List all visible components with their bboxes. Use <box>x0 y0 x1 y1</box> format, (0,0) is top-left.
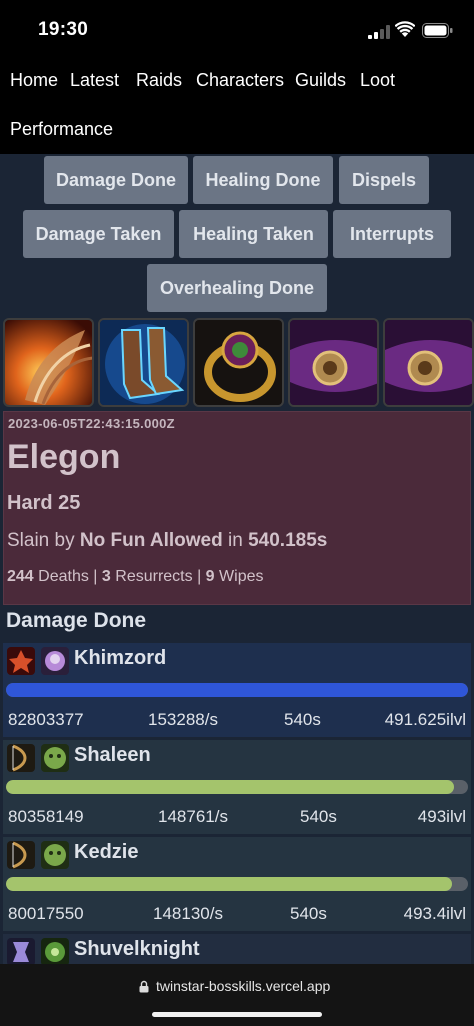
damage-per-second: 148130/s <box>153 904 223 923</box>
total-damage: 80017550 <box>8 904 84 923</box>
resurrects-label: Resurrects | <box>115 568 202 585</box>
nav-home[interactable]: Home <box>10 70 58 91</box>
wipes-label: Wipes <box>219 568 264 585</box>
battery-icon <box>422 23 453 38</box>
damage-per-second: 153288/s <box>148 710 218 729</box>
purple-belt-item-icon[interactable] <box>288 318 379 407</box>
warlock-class-icon <box>7 647 35 675</box>
player-row[interactable]: Khimzord 82803377 153288/s 540s 491.625i… <box>3 643 471 737</box>
nav-guilds[interactable]: Guilds <box>295 70 346 91</box>
player-name[interactable]: Kedzie <box>74 841 138 864</box>
fight-time: 540s <box>284 710 321 729</box>
death-knight-class-icon <box>7 938 35 964</box>
cellular-signal-icon <box>368 25 390 39</box>
beast-spec-icon <box>41 744 69 772</box>
resurrects-count: 3 <box>101 568 111 585</box>
beast-spec-icon <box>41 841 69 869</box>
purple-belt-item-icon[interactable] <box>383 318 474 407</box>
player-name[interactable]: Khimzord <box>74 647 166 670</box>
kill-duration: 540.185s <box>248 530 328 551</box>
total-damage: 82803377 <box>8 710 84 729</box>
difficulty: Hard 25 <box>7 492 81 514</box>
status-bar: 19:30 <box>0 0 474 56</box>
player-row[interactable]: Shaleen 80358149 148761/s 540s 493ilvl <box>3 740 471 834</box>
player-row[interactable]: Kedzie 80017550 148130/s 540s 493.4ilvl <box>3 837 471 931</box>
slain-prefix: Slain by <box>7 530 75 551</box>
deaths-label: Deaths | <box>38 568 98 585</box>
feathered-wing-item-icon[interactable] <box>3 318 94 407</box>
hunter-class-icon <box>7 841 35 869</box>
nav-characters[interactable]: Characters <box>196 70 284 91</box>
deaths-count: 244 <box>7 568 34 585</box>
encounter-card: 2023-06-05T22:43:15.000Z Elegon Hard 25 … <box>3 411 471 605</box>
url-text[interactable]: twinstar-bosskills.vercel.app <box>156 978 330 994</box>
tab-healing-taken[interactable]: Healing Taken <box>179 210 328 258</box>
jeweled-ring-item-icon[interactable] <box>193 318 284 407</box>
damage-bar <box>6 780 468 794</box>
player-name[interactable]: Shuvelknight <box>74 938 200 961</box>
tab-damage-taken[interactable]: Damage Taken <box>23 210 174 258</box>
nav-loot[interactable]: Loot <box>360 70 395 91</box>
fight-time: 540s <box>300 807 337 826</box>
lock-icon <box>139 980 149 993</box>
damage-bar <box>6 877 468 891</box>
tab-interrupts[interactable]: Interrupts <box>333 210 451 258</box>
top-navigation: Home Latest Raids Characters Guilds Loot… <box>0 56 474 154</box>
item-level: 491.625ilvl <box>384 710 466 729</box>
affliction-spec-icon <box>41 647 69 675</box>
player-name[interactable]: Shaleen <box>74 744 151 767</box>
wifi-icon <box>395 21 415 37</box>
glowing-boots-item-icon[interactable] <box>98 318 189 407</box>
loot-items-row <box>0 315 474 409</box>
boss-name[interactable]: Elegon <box>7 438 120 477</box>
nav-raids[interactable]: Raids <box>136 70 182 91</box>
unholy-spec-icon <box>41 938 69 964</box>
total-damage: 80358149 <box>8 807 84 826</box>
tab-dispels[interactable]: Dispels <box>339 156 429 204</box>
browser-url-bar[interactable]: twinstar-bosskills.vercel.app <box>0 964 474 1026</box>
damage-per-second: 148761/s <box>158 807 228 826</box>
section-title: Damage Done <box>6 609 147 632</box>
nav-performance[interactable]: Performance <box>10 119 113 140</box>
hunter-class-icon <box>7 744 35 772</box>
wipes-count: 9 <box>205 568 215 585</box>
tab-damage-done[interactable]: Damage Done <box>44 156 188 204</box>
encounter-date: 2023-06-05T22:43:15.000Z <box>8 416 175 431</box>
guild-link[interactable]: No Fun Allowed <box>80 530 223 551</box>
main-content: Damage Done Healing Done Dispels Damage … <box>0 154 474 964</box>
player-row[interactable]: Shuvelknight <box>3 934 471 964</box>
slain-by-line: Slain by No Fun Allowed in 540.185s <box>7 530 327 552</box>
item-level: 493.4ilvl <box>403 904 466 923</box>
item-level: 493ilvl <box>417 807 466 826</box>
damage-bar <box>6 683 468 697</box>
fight-time: 540s <box>290 904 327 923</box>
nav-latest[interactable]: Latest <box>70 70 119 91</box>
home-indicator[interactable] <box>152 1012 322 1017</box>
tab-healing-done[interactable]: Healing Done <box>193 156 333 204</box>
encounter-stats: 244 Deaths | 3 Resurrects | 9 Wipes <box>7 568 263 586</box>
status-time: 19:30 <box>38 19 89 40</box>
tab-overhealing-done[interactable]: Overhealing Done <box>147 264 327 312</box>
slain-in-label: in <box>228 530 243 551</box>
